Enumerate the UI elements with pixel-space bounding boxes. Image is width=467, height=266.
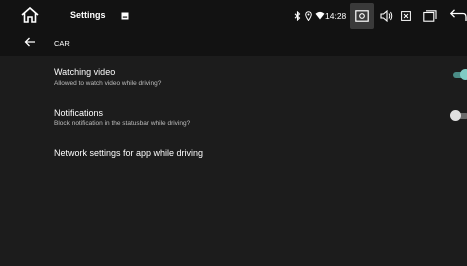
network-settings-title: Network settings for app while driving <box>54 148 204 158</box>
page-title: CAR <box>54 39 70 48</box>
bluetooth-icon <box>294 11 301 21</box>
list-item-watching-video[interactable] <box>0 60 467 96</box>
home-icon[interactable] <box>20 6 40 24</box>
notifications-title: Notifications <box>54 108 104 118</box>
arrow-back-icon[interactable] <box>24 37 36 47</box>
back-icon[interactable] <box>450 9 467 22</box>
screenshot-icon <box>355 10 369 22</box>
settings-title: Settings <box>70 10 106 20</box>
notification-card-icon <box>121 12 129 20</box>
page-header <box>0 32 467 56</box>
notifications-subtitle: Block notification in the statusbar whil… <box>54 120 191 127</box>
volume-icon[interactable] <box>380 10 393 22</box>
recent-apps-icon[interactable] <box>423 10 437 22</box>
clock: 14:28 <box>325 11 347 21</box>
location-icon <box>305 11 312 21</box>
watching-video-subtitle: Allowed to watch video while driving? <box>54 80 162 87</box>
close-box-icon[interactable] <box>401 11 411 21</box>
wifi-icon <box>315 11 325 20</box>
watching-video-title: Watching video <box>54 67 116 77</box>
